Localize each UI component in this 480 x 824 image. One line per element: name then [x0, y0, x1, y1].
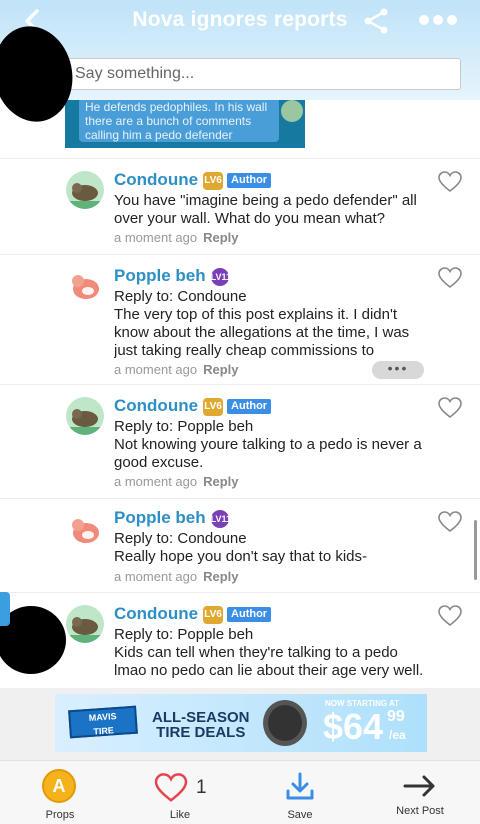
ad-price: $64 — [323, 706, 384, 747]
download-save-icon — [286, 772, 314, 800]
username[interactable]: Condoune LV6 Author — [114, 604, 272, 624]
username-text: Condoune — [114, 170, 199, 189]
heart-outline-icon[interactable] — [438, 267, 462, 289]
reply-to-label: Reply to: Popple beh — [114, 626, 254, 643]
level-badge: LV6 — [203, 171, 224, 190]
avatar[interactable] — [66, 267, 104, 305]
like-count: 1 — [196, 777, 207, 798]
quoted-comment-preview: He defends pedophiles. In his wall there… — [65, 100, 305, 148]
timestamp: a moment ago — [114, 362, 198, 377]
reply-button[interactable]: Reply — [203, 474, 238, 489]
ad-headline: ALL-SEASON TIRE DEALS — [152, 709, 250, 741]
reply-to-label: Reply to: Popple beh — [114, 418, 254, 435]
arrow-right-icon — [403, 775, 435, 797]
username-text: Condoune — [114, 604, 199, 623]
heart-outline-icon[interactable] — [438, 397, 462, 419]
comment-meta: a moment ago Reply — [114, 230, 239, 245]
heart-outline-icon[interactable] — [438, 605, 462, 627]
post-title: Nova ignores reports — [132, 8, 348, 31]
timestamp: a moment ago — [114, 569, 198, 584]
reply-to-label: Reply to: Condoune — [114, 530, 247, 547]
comment-body: You have "imagine being a pedo defender"… — [114, 192, 417, 227]
comment-body: Not knowing youre talking to a pedo is n… — [114, 436, 422, 471]
save-button[interactable]: Save — [270, 761, 330, 824]
quoted-text: He defends pedophiles. In his wall there… — [79, 100, 279, 142]
say-something-input[interactable]: Say something... — [66, 58, 461, 90]
reply-to-label: Reply to: Condoune — [114, 288, 247, 305]
comment-item: Condoune LV6 Author Reply to: Popple beh K… — [0, 592, 480, 688]
quoted-avatar — [281, 100, 303, 122]
timestamp: a moment ago — [114, 474, 198, 489]
props-button[interactable]: A Props — [30, 761, 90, 824]
author-badge: Author — [227, 399, 272, 415]
author-badge: Author — [227, 173, 272, 189]
reply-button[interactable]: Reply — [203, 230, 238, 245]
comment-body: The very top of this post explains it. I… — [114, 306, 410, 359]
username-text: Condoune — [114, 396, 199, 415]
comment-item: Popple beh LV11 Reply to: Condoune The ve… — [0, 254, 480, 384]
reply-button[interactable]: Reply — [203, 569, 238, 584]
mavis-logo: MAVIS TIRE — [68, 705, 138, 739]
ad-price-unit: /ea — [389, 728, 406, 742]
avatar[interactable] — [66, 171, 104, 209]
expand-more-button[interactable]: ••• — [372, 361, 424, 379]
comment-meta: a moment ago Reply — [114, 362, 239, 377]
avatar[interactable] — [66, 511, 104, 549]
heart-outline-icon[interactable] — [438, 171, 462, 193]
more-icon[interactable] — [418, 10, 458, 30]
username[interactable]: Popple beh LV11 — [114, 266, 231, 286]
save-label: Save — [287, 809, 313, 821]
username-text: Popple beh — [114, 266, 206, 285]
scrollbar[interactable] — [474, 520, 477, 580]
comment-meta: a moment ago Reply — [114, 474, 239, 489]
avatar[interactable] — [66, 397, 104, 435]
bottom-action-bar: A Props 1 Like Save Next Post — [0, 760, 480, 824]
comment-item: Condoune LV6 Author Reply to: Popple beh N… — [0, 384, 480, 498]
share-icon[interactable] — [362, 7, 390, 35]
username[interactable]: Popple beh LV11 — [114, 508, 231, 528]
comment-body: Really hope you don't say that to kids- — [114, 548, 368, 565]
username[interactable]: Condoune LV6 Author — [114, 396, 272, 416]
level-badge: LV6 — [203, 397, 224, 416]
username[interactable]: Condoune LV6 Author — [114, 170, 272, 190]
author-badge: Author — [227, 607, 272, 623]
level-badge: LV6 — [203, 605, 224, 624]
reply-button[interactable]: Reply — [203, 362, 238, 377]
avatar[interactable] — [66, 605, 104, 643]
ad-price-cents: 99 — [387, 708, 405, 725]
comment-body: Kids can tell when they're talking to a … — [114, 644, 424, 679]
side-menu-tab[interactable] — [0, 592, 10, 626]
timestamp: a moment ago — [114, 230, 198, 245]
level-badge: LV11 — [210, 267, 231, 286]
comment-item: Condoune LV6 Author You have "imagine bein… — [0, 158, 480, 254]
heart-outline-icon[interactable] — [438, 511, 462, 533]
ad-banner[interactable]: MAVIS TIRE ALL-SEASON TIRE DEALS NOW START… — [0, 688, 480, 760]
next-post-button[interactable]: Next Post — [390, 761, 450, 824]
ad-creative[interactable]: MAVIS TIRE ALL-SEASON TIRE DEALS NOW START… — [55, 694, 427, 752]
props-coin-icon: A — [42, 769, 76, 803]
level-badge: LV11 — [210, 509, 231, 528]
username-text: Popple beh — [114, 508, 206, 527]
next-post-label: Next Post — [396, 805, 444, 817]
like-label: Like — [169, 809, 191, 821]
props-label: Props — [45, 809, 75, 821]
like-heart-icon — [154, 773, 188, 802]
comment-meta: a moment ago Reply — [114, 569, 239, 584]
comment-item: Popple beh LV11 Reply to: Condoune Really… — [0, 498, 480, 592]
like-button[interactable]: 1 Like — [150, 761, 220, 824]
tire-image — [263, 700, 307, 746]
